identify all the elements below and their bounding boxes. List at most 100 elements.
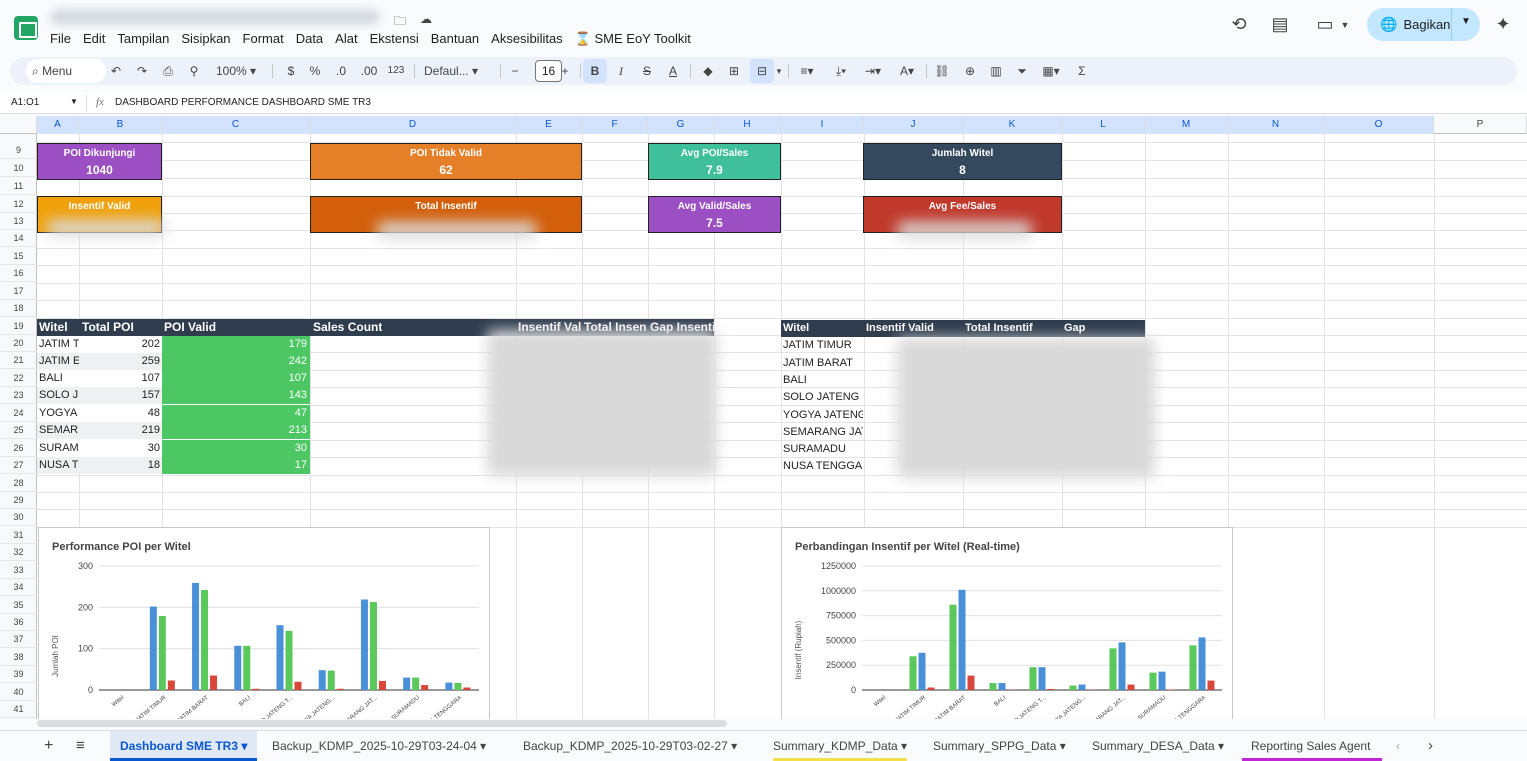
bar[interactable] — [370, 602, 377, 690]
insert-comment-icon[interactable]: ⊕ — [962, 57, 978, 85]
poi-valid-cell[interactable]: 242 — [162, 353, 310, 370]
row-header[interactable]: 41 — [0, 701, 37, 718]
version-history-icon[interactable]: ⟲ — [1228, 14, 1250, 35]
font-select[interactable]: Defaul... ▾ — [424, 57, 490, 85]
row-header[interactable]: 30 — [0, 509, 37, 526]
menu-help[interactable]: Bantuan — [431, 31, 479, 47]
row-header[interactable]: 20 — [0, 335, 37, 352]
bar[interactable] — [463, 688, 470, 690]
row-header[interactable]: 16 — [0, 265, 37, 282]
bar[interactable] — [295, 682, 302, 690]
row-header[interactable]: 39 — [0, 666, 37, 683]
witel-cell[interactable]: JATIM BARAT — [783, 355, 863, 372]
bar[interactable] — [328, 671, 335, 690]
bold-button[interactable]: B — [583, 59, 607, 83]
poi-valid-cell[interactable]: 17 — [162, 457, 310, 474]
row-header[interactable]: 34 — [0, 579, 37, 596]
add-sheet-icon[interactable]: + — [44, 731, 53, 761]
comments-icon[interactable]: ▤ — [1269, 14, 1291, 35]
total-poi-cell[interactable]: 107 — [80, 370, 160, 387]
bar[interactable] — [286, 631, 293, 690]
currency-format-button[interactable]: $ — [284, 57, 298, 85]
column-header[interactable]: P — [1434, 116, 1527, 134]
chart-performance-poi[interactable]: Performance POI per Witel 3002001000Wite… — [38, 527, 490, 719]
more-formats-button[interactable]: 123 — [386, 57, 406, 85]
bar[interactable] — [361, 599, 368, 690]
filter-icon[interactable]: ⏷ — [1014, 57, 1030, 85]
insert-link-icon[interactable]: ⛓ — [934, 57, 950, 85]
sheets-logo-icon[interactable] — [14, 16, 38, 40]
poi-valid-cell[interactable]: 143 — [162, 387, 310, 404]
select-all-corner[interactable] — [0, 116, 37, 134]
menu-tools[interactable]: Alat — [335, 31, 357, 47]
column-header[interactable]: N — [1228, 116, 1324, 134]
share-dropdown-icon[interactable]: ▼ — [1461, 16, 1471, 27]
menu-format[interactable]: Format — [243, 31, 284, 47]
row-header[interactable]: 29 — [0, 492, 37, 509]
witel-cell[interactable]: SEMAR — [39, 422, 79, 439]
row-header[interactable]: 35 — [0, 597, 37, 614]
witel-cell[interactable]: SOLO JATENG — [783, 389, 863, 406]
row-header[interactable]: 26 — [0, 440, 37, 457]
column-header[interactable]: F — [582, 116, 648, 134]
row-header[interactable]: 23 — [0, 387, 37, 404]
bar[interactable] — [950, 605, 957, 690]
row-header[interactable]: 14 — [0, 230, 37, 247]
sheet-tab[interactable]: Summary_DESA_Data ▾ — [1092, 731, 1224, 761]
vertical-align-icon[interactable]: ⤓▾ — [828, 57, 854, 85]
row-header[interactable]: 12 — [0, 196, 37, 213]
search-menus[interactable]: ⌕ Menu — [26, 59, 106, 83]
column-header[interactable]: M — [1145, 116, 1228, 134]
borders-icon[interactable]: ⊞ — [726, 57, 742, 85]
bar[interactable] — [1159, 672, 1166, 690]
total-poi-cell[interactable]: 202 — [80, 336, 160, 353]
witel-cell[interactable]: BALI — [39, 370, 79, 387]
strikethrough-button[interactable]: S — [640, 57, 654, 85]
bar[interactable] — [243, 646, 250, 690]
zoom-select[interactable]: 100% ▾ — [212, 57, 260, 85]
fill-color-icon[interactable]: ◆ — [700, 57, 716, 85]
row-header[interactable]: 11 — [0, 178, 37, 195]
decrease-font-size-button[interactable]: − — [508, 57, 522, 85]
sheet-tab[interactable]: Backup_KDMP_2025-10-29T03-24-04 ▾ — [272, 731, 486, 761]
poi-valid-cell[interactable]: 107 — [162, 370, 310, 387]
witel-cell[interactable]: JATIM E — [39, 353, 79, 370]
insert-chart-icon[interactable]: ▥ — [988, 57, 1004, 85]
bar[interactable] — [968, 676, 975, 690]
name-box-dropdown-icon[interactable]: ▼ — [70, 97, 78, 106]
italic-button[interactable]: I — [614, 57, 628, 85]
paint-format-icon[interactable]: ⚲ — [186, 57, 202, 85]
poi-valid-cell[interactable]: 30 — [162, 440, 310, 457]
filter-views-icon[interactable]: ▦▾ — [1038, 57, 1064, 85]
bar[interactable] — [1119, 642, 1126, 690]
poi-valid-cell[interactable]: 47 — [162, 405, 310, 422]
column-header[interactable]: C — [162, 116, 310, 134]
chart-incentive-comparison[interactable]: Perbandingan Insentif per Witel (Real-ti… — [781, 527, 1233, 719]
undo-icon[interactable]: ↶ — [108, 57, 124, 85]
bar[interactable] — [319, 670, 326, 690]
bar[interactable] — [1048, 689, 1055, 690]
bar[interactable] — [168, 680, 175, 690]
bar[interactable] — [1070, 686, 1077, 690]
print-icon[interactable]: ⎙ — [160, 57, 176, 85]
witel-cell[interactable]: JATIM TIMUR — [783, 337, 863, 354]
bar[interactable] — [277, 625, 284, 690]
menu-file[interactable]: File — [50, 31, 71, 47]
total-poi-cell[interactable]: 219 — [80, 422, 160, 439]
name-box[interactable]: A1:O1 — [11, 97, 39, 108]
column-header[interactable]: K — [963, 116, 1062, 134]
bar[interactable] — [1110, 648, 1117, 690]
column-header[interactable]: H — [714, 116, 781, 134]
row-header[interactable]: 33 — [0, 562, 37, 579]
column-header[interactable]: I — [781, 116, 864, 134]
row-header[interactable]: 24 — [0, 405, 37, 422]
witel-cell[interactable]: SURAMADU — [783, 441, 863, 458]
bar[interactable] — [928, 688, 935, 690]
menu-view[interactable]: Tampilan — [117, 31, 169, 47]
bar[interactable] — [234, 646, 241, 690]
scroll-tabs-right-icon[interactable]: › — [1428, 731, 1433, 761]
column-header[interactable]: G — [648, 116, 714, 134]
row-header[interactable]: 40 — [0, 684, 37, 701]
row-header[interactable]: 9 — [0, 142, 37, 159]
row-header[interactable]: 36 — [0, 614, 37, 631]
